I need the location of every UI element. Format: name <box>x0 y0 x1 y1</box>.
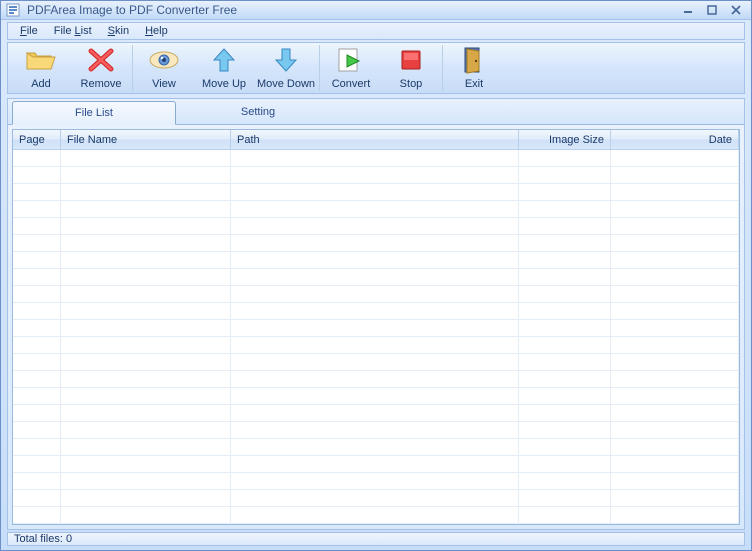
table-row[interactable] <box>13 422 739 439</box>
table-row[interactable] <box>13 473 739 490</box>
toolbar-group-exit: Exit <box>443 45 505 91</box>
view-button[interactable]: View <box>134 45 194 91</box>
table-row[interactable] <box>13 337 739 354</box>
table-row[interactable] <box>13 354 739 371</box>
minimize-button[interactable] <box>677 1 699 19</box>
menu-file[interactable]: File <box>12 23 46 39</box>
status-total: Total files: 0 <box>14 533 72 545</box>
movedown-label: Move Down <box>257 78 315 90</box>
file-grid: Page File Name Path Image Size Date <box>12 129 740 525</box>
toolbar-group-file: Add Remove <box>10 45 133 91</box>
stop-button[interactable]: Stop <box>381 45 441 91</box>
col-filename[interactable]: File Name <box>61 130 231 149</box>
table-row[interactable] <box>13 303 739 320</box>
add-label: Add <box>31 78 51 90</box>
table-row[interactable] <box>13 167 739 184</box>
exit-label: Exit <box>465 78 483 90</box>
folder-open-icon <box>25 46 57 74</box>
table-row[interactable] <box>13 218 739 235</box>
menu-filelist[interactable]: File List <box>46 23 100 39</box>
table-row[interactable] <box>13 456 739 473</box>
view-label: View <box>152 78 176 90</box>
convert-button[interactable]: Convert <box>321 45 381 91</box>
tabs: File List Setting <box>8 99 744 125</box>
table-row[interactable] <box>13 235 739 252</box>
table-row[interactable] <box>13 150 739 167</box>
table-row[interactable] <box>13 405 739 422</box>
remove-button[interactable]: Remove <box>71 45 131 91</box>
menubar: File File List Skin Help <box>7 22 745 40</box>
table-row[interactable] <box>13 184 739 201</box>
arrow-down-icon <box>270 46 302 74</box>
toolbar-group-action: Convert Stop <box>320 45 443 91</box>
arrow-up-icon <box>208 46 240 74</box>
table-row[interactable] <box>13 201 739 218</box>
tab-setting[interactable]: Setting <box>176 100 340 124</box>
maximize-button[interactable] <box>701 1 723 19</box>
stop-icon <box>395 46 427 74</box>
convert-label: Convert <box>332 78 371 90</box>
titlebar: PDFArea Image to PDF Converter Free <box>1 1 751 20</box>
col-path[interactable]: Path <box>231 130 519 149</box>
window-controls <box>677 1 747 19</box>
window-title: PDFArea Image to PDF Converter Free <box>27 3 677 17</box>
table-row[interactable] <box>13 269 739 286</box>
app-icon <box>5 2 21 18</box>
statusbar: Total files: 0 <box>7 532 745 546</box>
table-row[interactable] <box>13 371 739 388</box>
convert-icon <box>335 46 367 74</box>
eye-icon <box>148 46 180 74</box>
door-exit-icon <box>458 46 490 74</box>
menu-help[interactable]: Help <box>137 23 176 39</box>
app-window: PDFArea Image to PDF Converter Free File… <box>0 0 752 551</box>
toolbar-group-view: View Move Up Move Down <box>133 45 320 91</box>
table-row[interactable] <box>13 388 739 405</box>
content-panel: File List Setting Page File Name Path Im… <box>7 98 745 530</box>
table-row[interactable] <box>13 507 739 524</box>
tab-filelist[interactable]: File List <box>12 101 176 125</box>
table-row[interactable] <box>13 490 739 507</box>
remove-label: Remove <box>81 78 122 90</box>
toolbar: Add Remove View Move Up <box>7 42 745 94</box>
moveup-button[interactable]: Move Up <box>194 45 254 91</box>
table-row[interactable] <box>13 252 739 269</box>
col-page[interactable]: Page <box>13 130 61 149</box>
exit-button[interactable]: Exit <box>444 45 504 91</box>
moveup-label: Move Up <box>202 78 246 90</box>
menu-skin[interactable]: Skin <box>100 23 137 39</box>
grid-header: Page File Name Path Image Size Date <box>13 130 739 150</box>
table-row[interactable] <box>13 439 739 456</box>
table-row[interactable] <box>13 286 739 303</box>
grid-body[interactable] <box>13 150 739 524</box>
delete-x-icon <box>85 46 117 74</box>
col-date[interactable]: Date <box>611 130 739 149</box>
stop-label: Stop <box>400 78 423 90</box>
movedown-button[interactable]: Move Down <box>254 45 318 91</box>
add-button[interactable]: Add <box>11 45 71 91</box>
close-button[interactable] <box>725 1 747 19</box>
table-row[interactable] <box>13 320 739 337</box>
col-imagesize[interactable]: Image Size <box>519 130 611 149</box>
